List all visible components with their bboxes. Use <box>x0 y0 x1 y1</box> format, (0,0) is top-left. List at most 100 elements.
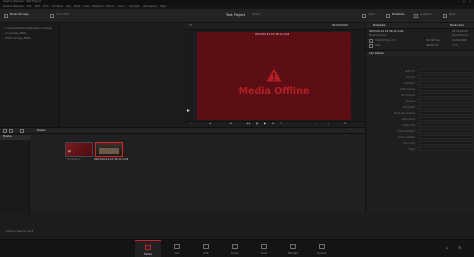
mark-in-icon[interactable]: [ <box>316 123 317 126</box>
metadata-row[interactable]: Frames <box>366 99 474 104</box>
menu-item-clip[interactable]: Clip <box>66 5 71 9</box>
audio-level-icon[interactable]: ◀ <box>209 123 211 126</box>
page-fairlight[interactable]: Fairlight <box>280 240 306 257</box>
page-deliver[interactable]: Deliver <box>309 240 335 257</box>
metadata-row[interactable]: Start Frame <box>366 87 474 92</box>
page-color[interactable]: Color <box>251 240 277 257</box>
menu-item-timeline[interactable]: Timeline <box>52 5 63 9</box>
clone-tool-icon[interactable] <box>50 13 54 18</box>
playhead-icon[interactable] <box>187 109 190 112</box>
metadata-field-value[interactable] <box>419 87 473 92</box>
metadata-row[interactable]: Date Modified <box>366 129 474 134</box>
metadata-row[interactable]: Duration <box>366 81 474 86</box>
metadata-row[interactable]: End TC <box>366 75 474 80</box>
metadata-row[interactable]: Field Dominance <box>366 111 474 116</box>
audio-icon[interactable] <box>362 13 366 18</box>
insert-icon[interactable]: ⊞ <box>344 123 346 126</box>
metadata-field-value[interactable] <box>419 81 473 86</box>
media-storage-button[interactable]: Media Storage <box>10 13 29 17</box>
next-frame-icon[interactable]: ▶| <box>272 123 275 126</box>
inspector-icon[interactable] <box>414 13 418 18</box>
menu-item-trim[interactable]: Trim <box>43 5 49 9</box>
list-view-icon[interactable] <box>3 129 7 133</box>
metadata-row[interactable]: Clip Color <box>366 141 474 146</box>
page-fusion[interactable]: Fusion <box>222 240 248 257</box>
viewer-frame[interactable]: 2023-09-14 23-39-11.mp4 Media Offline <box>197 32 351 120</box>
metadata-field-label: Start TC <box>404 69 415 73</box>
metadata-icon[interactable] <box>386 13 390 18</box>
thumbnail-view-icon[interactable] <box>9 129 13 133</box>
audio-icon <box>369 44 373 48</box>
tab-metadata[interactable]: Metadata <box>392 13 404 17</box>
metadata-header: Metadata Media Pool <box>366 23 474 29</box>
menu-item-workspace[interactable]: Workspace <box>143 5 157 9</box>
media-page-icon <box>145 245 151 250</box>
play-icon[interactable]: ▶ <box>264 123 266 126</box>
crop-icon[interactable]: ▭ <box>190 123 192 126</box>
metadata-row[interactable]: Audio Chs <box>366 123 474 128</box>
zoom-select[interactable]: Fit <box>189 24 192 28</box>
mixer-icon[interactable] <box>443 13 447 18</box>
close-icon[interactable]: × <box>469 0 471 4</box>
metadata-field-value[interactable] <box>419 147 473 152</box>
metadata-field-value[interactable] <box>419 105 473 110</box>
metadata-field-value[interactable] <box>419 99 473 104</box>
sort-icon[interactable] <box>20 129 24 133</box>
tab-inspector[interactable]: Inspector <box>420 13 432 17</box>
metadata-row[interactable]: Date Created <box>366 135 474 140</box>
menu-item-edit[interactable]: Edit <box>35 5 40 9</box>
metadata-field-value[interactable] <box>419 75 473 80</box>
metadata-row[interactable]: Data Level <box>366 117 474 122</box>
menu-item-mark[interactable]: Mark <box>74 5 80 9</box>
menu-item-help[interactable]: Help <box>160 5 166 9</box>
storage-location[interactable]: › C:\Users\Desktop\Mediapool (Image <box>1 27 59 31</box>
search-icon[interactable]: ⌕ <box>350 129 351 132</box>
media-storage-icon[interactable] <box>4 13 8 18</box>
metadata-field-value[interactable] <box>419 135 473 140</box>
clip-item[interactable]: ▤ Timeline 1 <box>64 142 94 164</box>
maximize-icon[interactable]: □ <box>463 0 465 4</box>
metadata-row[interactable]: Flags <box>366 147 474 152</box>
mark-out-icon[interactable]: ] <box>328 123 329 126</box>
clone-tool-button[interactable]: Clone Tool <box>56 13 69 17</box>
tab-audio[interactable]: Audio <box>368 13 375 17</box>
settings-icon[interactable]: ⚙ <box>458 246 462 250</box>
project-status: Edited <box>252 13 261 16</box>
menu-item-view[interactable]: View <box>83 5 89 9</box>
storage-content[interactable] <box>60 23 184 127</box>
minimize-icon[interactable]: – <box>458 0 459 4</box>
metadata-field-value[interactable] <box>419 93 473 98</box>
prev-frame-icon[interactable]: |◀ <box>229 123 232 126</box>
menu-item-app[interactable]: DaVinci Resolve <box>3 5 24 9</box>
metadata-field-value[interactable] <box>419 141 473 146</box>
stop-icon[interactable]: ■ <box>256 123 258 126</box>
bin-master[interactable]: Master <box>0 135 30 140</box>
viewer-panel: Fit 00:00:00:00 2023-09-14 23-39-11.mp4 … <box>184 23 365 127</box>
metadata-field-value[interactable] <box>419 129 473 134</box>
menu-item-fairlight[interactable]: Fairlight <box>129 5 139 9</box>
metadata-field-value[interactable] <box>419 123 473 128</box>
metadata-field-value[interactable] <box>419 111 473 116</box>
menu-item-fusion[interactable]: Fusion <box>106 5 114 9</box>
metadata-field-value[interactable] <box>419 117 473 122</box>
metadata-field-value[interactable] <box>419 69 473 74</box>
page-cut[interactable]: Cut <box>164 240 190 257</box>
menu-item-file[interactable]: File <box>27 5 31 9</box>
metadata-row[interactable]: End Frame <box>366 93 474 98</box>
menu-item-color[interactable]: Color <box>118 5 125 9</box>
clip-details-header[interactable]: Clip Details <box>366 50 474 56</box>
media-pool-grid[interactable]: ▤ Timeline 1 2023-09-14 23-39-11.mp4 <box>30 134 365 214</box>
play-reverse-icon[interactable]: ◀◀ <box>246 123 250 126</box>
clip-item[interactable]: 2023-09-14 23-39-11.mp4 <box>94 142 128 164</box>
page-media[interactable]: Media <box>135 240 161 257</box>
menu-item-playback[interactable]: Playback <box>92 5 104 9</box>
storage-location[interactable]: › HDDC (Image_MRN) <box>1 37 59 41</box>
home-icon[interactable]: ⌂ <box>446 246 449 250</box>
page-edit[interactable]: Edit <box>193 240 219 257</box>
storage-location[interactable]: › C:\ (Image_MRS) <box>1 32 59 36</box>
tab-mixer[interactable]: Mixer <box>449 13 456 17</box>
metadata-row[interactable]: Start TC <box>366 69 474 74</box>
loop-icon[interactable]: ↻ <box>280 123 282 126</box>
metadata-row[interactable]: Bit Depth <box>366 105 474 110</box>
page-label: Deliver <box>317 252 327 255</box>
